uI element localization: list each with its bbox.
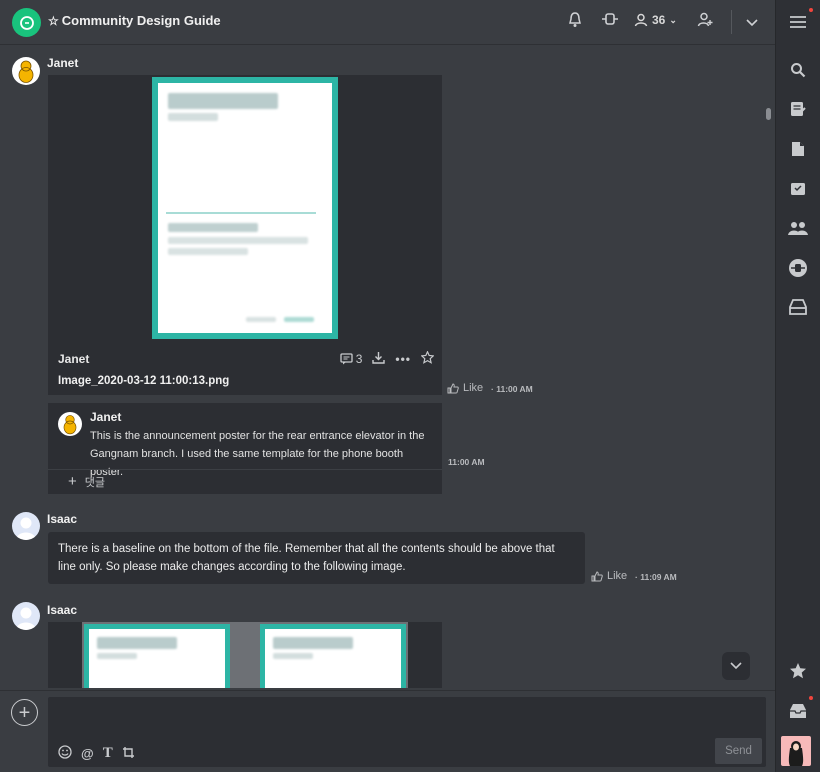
comment-sender[interactable]: Janet bbox=[90, 410, 121, 424]
invite-member-icon[interactable] bbox=[697, 12, 713, 30]
avatar[interactable] bbox=[12, 512, 40, 540]
message-composer: @ T Send bbox=[48, 697, 766, 767]
scrollbar[interactable] bbox=[766, 108, 771, 120]
topic-title: Community Design Guide bbox=[61, 13, 221, 28]
inbox-icon[interactable] bbox=[788, 297, 808, 317]
page-title: ☆ Community Design Guide bbox=[48, 13, 221, 28]
divider bbox=[48, 469, 442, 470]
person-icon bbox=[634, 13, 648, 27]
notification-dot bbox=[809, 696, 813, 700]
top-bar: ☆ Community Design Guide 36 ⌄ bbox=[0, 0, 775, 45]
composer-area: + @ T Send bbox=[0, 690, 775, 772]
avatar[interactable] bbox=[12, 57, 40, 85]
mention-inbox-icon[interactable] bbox=[788, 701, 808, 721]
avatar[interactable] bbox=[12, 602, 40, 630]
thumbs-up-icon bbox=[447, 382, 459, 393]
chat-logo-icon bbox=[19, 15, 34, 30]
comment-icon bbox=[340, 353, 353, 365]
emoji-icon[interactable] bbox=[58, 745, 72, 762]
poster-image bbox=[152, 77, 338, 339]
sender-name[interactable]: Isaac bbox=[47, 603, 77, 617]
text-format-icon[interactable]: T bbox=[103, 745, 113, 762]
header-divider bbox=[731, 10, 732, 34]
chevron-down-icon: ⌄ bbox=[669, 14, 677, 25]
bell-icon[interactable] bbox=[568, 12, 582, 31]
chevron-down-icon bbox=[730, 662, 742, 670]
comment-thread: Janet This is the announcement poster fo… bbox=[48, 403, 442, 494]
connect-icon[interactable] bbox=[601, 12, 619, 29]
app-logo[interactable] bbox=[12, 8, 41, 37]
search-icon[interactable] bbox=[788, 60, 808, 80]
message-time: 11:00 AM bbox=[448, 457, 485, 467]
file-owner: Janet bbox=[58, 352, 90, 366]
timestamp: 11:09 AM bbox=[640, 572, 677, 582]
comment-count-button[interactable]: 3 bbox=[340, 352, 363, 366]
my-profile-avatar[interactable] bbox=[781, 736, 811, 766]
file-icon[interactable] bbox=[788, 139, 808, 159]
like-button[interactable]: Like bbox=[591, 570, 627, 582]
notes-icon[interactable] bbox=[788, 99, 808, 119]
star-icon[interactable] bbox=[420, 350, 435, 367]
add-comment-button[interactable]: + 댓글 bbox=[68, 473, 105, 490]
sender-name[interactable]: Isaac bbox=[47, 512, 77, 526]
file-meta: Janet Image_2020-03-12 11:00:13.png 3 ••… bbox=[48, 343, 442, 395]
message-time: · 11:09 AM bbox=[635, 572, 677, 582]
add-comment-label: 댓글 bbox=[84, 476, 106, 489]
send-button[interactable]: Send bbox=[715, 738, 762, 764]
composer-toolbar: @ T bbox=[58, 745, 135, 762]
star-icon[interactable]: ☆ bbox=[48, 14, 59, 28]
file-attachment-card[interactable]: Janet Image_2020-03-12 11:00:13.png 3 ••… bbox=[48, 75, 442, 395]
plus-icon: + bbox=[68, 473, 77, 490]
mention-icon[interactable]: @ bbox=[81, 746, 94, 761]
image-attachment[interactable] bbox=[48, 622, 442, 688]
avatar[interactable] bbox=[58, 412, 82, 436]
members-icon[interactable] bbox=[788, 218, 808, 238]
sender-name[interactable]: Janet bbox=[47, 56, 78, 70]
more-options-icon[interactable]: ••• bbox=[395, 352, 411, 366]
poster-image bbox=[84, 624, 230, 688]
member-count: 36 bbox=[652, 13, 666, 27]
comment-count: 3 bbox=[355, 352, 363, 366]
right-sidebar bbox=[775, 0, 820, 772]
file-name[interactable]: Image_2020-03-12 11:00:13.png bbox=[58, 375, 229, 387]
attach-plus-button[interactable]: + bbox=[11, 699, 38, 726]
message-bubble: There is a baseline on the bottom of the… bbox=[48, 532, 585, 584]
file-actions: 3 ••• bbox=[340, 350, 435, 367]
member-count-button[interactable]: 36 ⌄ bbox=[634, 13, 677, 27]
message-time: · 11:00 AM bbox=[491, 384, 533, 394]
chevron-down-icon[interactable] bbox=[746, 14, 758, 30]
like-label: Like bbox=[463, 382, 484, 394]
like-label: Like bbox=[607, 570, 628, 582]
thumbs-up-icon bbox=[591, 570, 603, 581]
menu-icon[interactable] bbox=[788, 12, 808, 32]
download-icon[interactable] bbox=[372, 351, 386, 367]
connect-integration-icon[interactable] bbox=[788, 258, 808, 278]
comment-text: This is the announcement poster for the … bbox=[90, 430, 425, 478]
favorites-star-icon[interactable] bbox=[788, 661, 808, 681]
scroll-to-bottom-button[interactable] bbox=[722, 652, 750, 680]
file-preview[interactable] bbox=[48, 75, 442, 340]
archive-icon[interactable] bbox=[788, 178, 808, 198]
like-button[interactable]: Like bbox=[447, 382, 483, 394]
timestamp: 11:00 AM bbox=[496, 384, 533, 394]
message-input[interactable] bbox=[48, 697, 766, 737]
notification-dot bbox=[809, 8, 813, 12]
poster-image bbox=[260, 624, 406, 688]
crop-icon[interactable] bbox=[122, 746, 135, 762]
